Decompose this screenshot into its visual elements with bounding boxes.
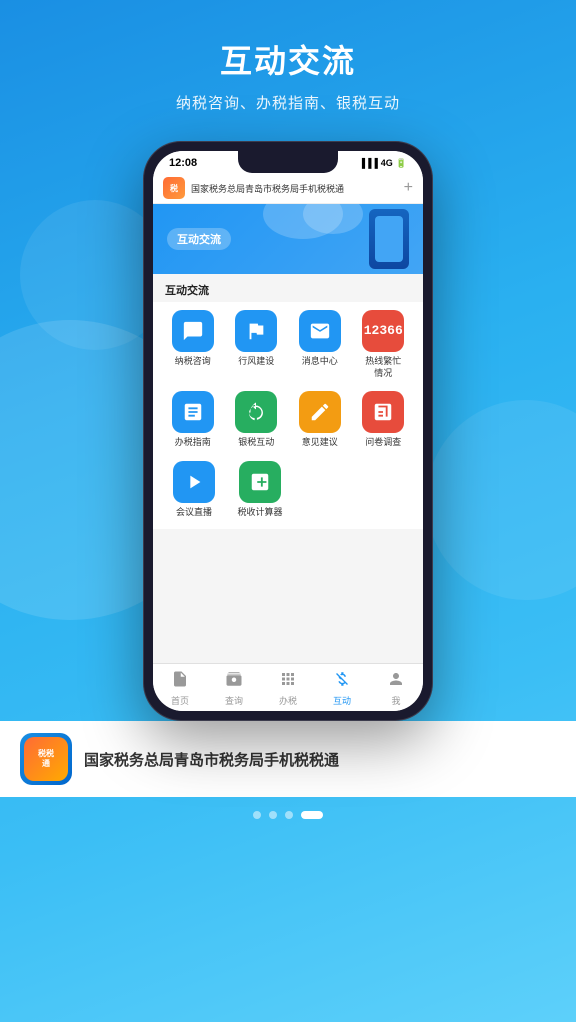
section-title: 互动交流 bbox=[153, 274, 423, 302]
phone-screen: 12:08 ▐▐▐ 4G 🔋 税 国家税务总局青岛市税务局手机税税通 + 互动交… bbox=[153, 151, 423, 711]
grid-item-style-building[interactable]: 行风建设 bbox=[227, 310, 287, 379]
profile-label: 我 bbox=[391, 694, 400, 707]
app-bar: 税 国家税务总局青岛市税务局手机税税通 + bbox=[153, 173, 423, 204]
survey-label: 问卷调查 bbox=[365, 437, 401, 449]
grid-item-calculator[interactable]: 税收计算器 bbox=[229, 461, 291, 519]
message-center-label: 消息中心 bbox=[302, 356, 338, 368]
tax-consult-icon bbox=[172, 310, 214, 352]
phone-frame: 12:08 ▐▐▐ 4G 🔋 税 国家税务总局青岛市税务局手机税税通 + 互动交… bbox=[143, 141, 433, 721]
calculator-icon bbox=[239, 461, 281, 503]
interact-icon bbox=[333, 670, 351, 692]
page-header: 互动交流 纳税咨询、办税指南、银税互动 bbox=[176, 0, 400, 133]
network-type: 4G bbox=[381, 158, 393, 168]
bottom-banner: 税税通 国家税务总局青岛市税务局手机税税通 bbox=[0, 721, 576, 797]
nav-item-tax-service[interactable]: 办税 bbox=[261, 670, 315, 707]
grid-row-3: 会议直播 税收计算器 bbox=[153, 457, 423, 529]
live-icon bbox=[173, 461, 215, 503]
dot-3[interactable] bbox=[285, 811, 293, 819]
grid-item-message-center[interactable]: 消息中心 bbox=[290, 310, 350, 379]
tax-service-label: 办税 bbox=[279, 694, 297, 707]
bottom-navigation: 首页 查询 办税 互动 bbox=[153, 663, 423, 711]
content-spacer bbox=[153, 529, 423, 663]
home-icon bbox=[171, 670, 189, 692]
style-building-icon bbox=[235, 310, 277, 352]
nav-item-profile[interactable]: 我 bbox=[369, 670, 423, 707]
calculator-label: 税收计算器 bbox=[237, 507, 282, 519]
grid-row-2: 办税指南 银税互动 意见建议 bbox=[153, 387, 423, 457]
nav-item-home[interactable]: 首页 bbox=[153, 670, 207, 707]
dot-1[interactable] bbox=[253, 811, 261, 819]
signal-icon: ▐▐▐ bbox=[359, 158, 378, 168]
pagination bbox=[253, 797, 323, 827]
grid-row-1: 纳税咨询 行风建设 消息中心 12366 热线繁忙 情况 bbox=[153, 302, 423, 387]
style-building-label: 行风建设 bbox=[238, 356, 274, 368]
suggestions-label: 意见建议 bbox=[302, 437, 338, 449]
grid-item-tax-guide[interactable]: 办税指南 bbox=[163, 391, 223, 449]
tax-guide-label: 办税指南 bbox=[175, 437, 211, 449]
app-bar-title: 国家税务总局青岛市税务局手机税税通 bbox=[191, 182, 398, 195]
grid-item-hotline[interactable]: 12366 热线繁忙 情况 bbox=[354, 310, 414, 379]
hotline-label: 热线繁忙 情况 bbox=[365, 356, 401, 379]
suggestions-icon bbox=[299, 391, 341, 433]
bg-decoration-2 bbox=[426, 400, 576, 600]
banner-phone-screen-inner bbox=[375, 216, 403, 262]
bank-tax-icon bbox=[235, 391, 277, 433]
live-label: 会议直播 bbox=[176, 507, 212, 519]
bottom-banner-text: 国家税务总局青岛市税务局手机税税通 bbox=[84, 749, 339, 770]
app-logo-icon: 税 bbox=[163, 177, 185, 199]
add-icon[interactable]: + bbox=[404, 179, 413, 197]
dot-4[interactable] bbox=[301, 811, 323, 819]
nav-item-interact[interactable]: 互动 bbox=[315, 670, 369, 707]
tax-service-icon bbox=[279, 670, 297, 692]
status-icons: ▐▐▐ 4G 🔋 bbox=[359, 158, 407, 169]
message-center-icon bbox=[299, 310, 341, 352]
battery-icon: 🔋 bbox=[396, 158, 407, 169]
logo-text: 税税通 bbox=[38, 749, 54, 768]
grid-item-survey[interactable]: 问卷调查 bbox=[354, 391, 414, 449]
query-label: 查询 bbox=[225, 694, 243, 707]
tax-consult-label: 纳税咨询 bbox=[175, 356, 211, 368]
page-title: 互动交流 bbox=[176, 36, 400, 82]
bottom-logo-inner: 税税通 bbox=[24, 737, 68, 781]
interact-label: 互动 bbox=[333, 694, 351, 707]
nav-item-query[interactable]: 查询 bbox=[207, 670, 261, 707]
hotline-icon: 12366 bbox=[362, 310, 404, 352]
banner: 互动交流 bbox=[153, 204, 423, 274]
phone-mockup: 12:08 ▐▐▐ 4G 🔋 税 国家税务总局青岛市税务局手机税税通 + 互动交… bbox=[143, 141, 433, 721]
bank-tax-label: 银税互动 bbox=[238, 437, 274, 449]
page-subtitle: 纳税咨询、办税指南、银税互动 bbox=[176, 92, 400, 113]
dot-2[interactable] bbox=[269, 811, 277, 819]
banner-phone-image bbox=[369, 209, 409, 269]
grid-item-tax-consult[interactable]: 纳税咨询 bbox=[163, 310, 223, 379]
query-icon bbox=[225, 670, 243, 692]
status-bar: 12:08 ▐▐▐ 4G 🔋 bbox=[153, 151, 423, 173]
profile-icon bbox=[387, 670, 405, 692]
grid-item-live[interactable]: 会议直播 bbox=[163, 461, 225, 519]
status-time: 12:08 bbox=[169, 157, 197, 169]
survey-icon bbox=[362, 391, 404, 433]
grid-item-bank-tax[interactable]: 银税互动 bbox=[227, 391, 287, 449]
home-label: 首页 bbox=[171, 694, 189, 707]
grid-item-suggestions[interactable]: 意见建议 bbox=[290, 391, 350, 449]
bottom-logo: 税税通 bbox=[20, 733, 72, 785]
banner-tag: 互动交流 bbox=[167, 228, 231, 250]
tax-guide-icon bbox=[172, 391, 214, 433]
